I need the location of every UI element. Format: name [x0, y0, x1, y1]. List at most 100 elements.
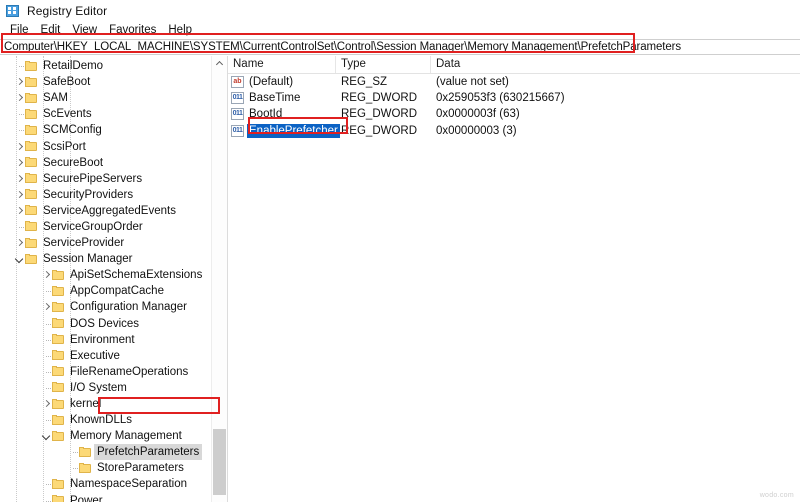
tree-item-servicegrouporder[interactable]: ServiceGroupOrder — [0, 219, 227, 235]
tree-item-scmconfig[interactable]: SCMConfig — [0, 122, 227, 138]
tree-leaf-line — [41, 493, 52, 502]
column-header-name[interactable]: Name — [228, 56, 336, 73]
tree-item-namespaceseparation[interactable]: NamespaceSeparation — [0, 476, 227, 492]
folder-icon — [52, 495, 65, 502]
menu-item-favorites[interactable]: Favorites — [103, 22, 162, 38]
chevron-up-icon[interactable] — [212, 56, 227, 71]
tree-item-label: FileRenameOperations — [70, 364, 188, 380]
tree-item-configuration-manager[interactable]: Configuration Manager — [0, 299, 227, 315]
tree-item-label: Session Manager — [43, 251, 133, 267]
tree-item-label: SAM — [43, 90, 68, 106]
value-row[interactable]: 011EnablePrefetcherREG_DWORD0x00000003 (… — [228, 123, 800, 139]
folder-icon — [25, 109, 38, 120]
tree-item-sam[interactable]: SAM — [0, 90, 227, 106]
chevron-right-icon[interactable] — [14, 203, 25, 219]
value-type-cell: REG_SZ — [336, 74, 431, 90]
tree-item-prefetchparameters[interactable]: PrefetchParameters — [0, 444, 227, 460]
tree-item-secureboot[interactable]: SecureBoot — [0, 155, 227, 171]
column-header-data[interactable]: Data — [431, 56, 800, 73]
tree-item-storeparameters[interactable]: StoreParameters — [0, 460, 227, 476]
tree-scrollbar-track[interactable] — [212, 71, 227, 502]
tree-scrollbar-thumb[interactable] — [213, 429, 226, 495]
tree-item-dos-devices[interactable]: DOS Devices — [0, 316, 227, 332]
address-bar[interactable]: Computer\HKEY_LOCAL_MACHINE\SYSTEM\Curre… — [0, 39, 800, 55]
address-bar-container: Computer\HKEY_LOCAL_MACHINE\SYSTEM\Curre… — [0, 38, 800, 56]
value-row[interactable]: 011BaseTimeREG_DWORD0x259053f3 (63021566… — [228, 90, 800, 106]
tree-item-knowndlls[interactable]: KnownDLLs — [0, 412, 227, 428]
value-data-cell: 0x0000003f (63) — [431, 106, 800, 122]
folder-icon — [79, 447, 92, 458]
tree-item-retaildemo[interactable]: RetailDemo — [0, 58, 227, 74]
folder-icon — [52, 286, 65, 297]
dword-value-icon: 011 — [231, 125, 244, 137]
chevron-right-icon[interactable] — [14, 155, 25, 171]
tree-scrollbar[interactable] — [211, 56, 227, 502]
value-type-cell: REG_DWORD — [336, 90, 431, 106]
menu-item-file[interactable]: File — [4, 22, 35, 38]
tree-item-serviceprovider[interactable]: ServiceProvider — [0, 235, 227, 251]
address-path-text: Computer\HKEY_LOCAL_MACHINE\SYSTEM\Curre… — [0, 41, 681, 53]
chevron-right-icon[interactable] — [41, 267, 52, 283]
column-header-type[interactable]: Type — [336, 56, 431, 73]
folder-icon — [52, 431, 65, 442]
watermark: wodo.com — [760, 492, 794, 499]
folder-icon — [25, 93, 38, 104]
tree-item-memory-management[interactable]: Memory Management — [0, 428, 227, 444]
tree-item-serviceaggregatedevents[interactable]: ServiceAggregatedEvents — [0, 203, 227, 219]
tree-item-label: Executive — [70, 348, 120, 364]
tree-item-apisetschemaextensions[interactable]: ApiSetSchemaExtensions — [0, 267, 227, 283]
chevron-right-icon[interactable] — [41, 299, 52, 315]
value-icon-glyph: 011 — [232, 126, 243, 136]
tree-item-label: StoreParameters — [97, 460, 184, 476]
chevron-right-icon[interactable] — [14, 187, 25, 203]
menu-item-help[interactable]: Help — [162, 22, 198, 38]
value-name-text: (Default) — [247, 75, 295, 89]
chevron-right-icon[interactable] — [14, 90, 25, 106]
value-data-cell: (value not set) — [431, 74, 800, 90]
tree-item-scsiport[interactable]: ScsiPort — [0, 138, 227, 154]
menu-item-edit[interactable]: Edit — [35, 22, 67, 38]
tree-item-session-manager[interactable]: Session Manager — [0, 251, 227, 267]
folder-icon — [25, 61, 38, 72]
tree-item-securityproviders[interactable]: SecurityProviders — [0, 187, 227, 203]
tree-item-environment[interactable]: Environment — [0, 332, 227, 348]
tree-item-filerenameoperations[interactable]: FileRenameOperations — [0, 364, 227, 380]
chevron-right-icon[interactable] — [14, 74, 25, 90]
folder-icon — [25, 157, 38, 168]
folder-icon — [52, 399, 65, 410]
chevron-right-icon[interactable] — [14, 171, 25, 187]
tree-item-label: SecurityProviders — [43, 187, 133, 203]
tree-item-securepipeservers[interactable]: SecurePipeServers — [0, 171, 227, 187]
tree-leaf-line — [41, 316, 52, 332]
tree-leaf-line — [68, 460, 79, 476]
tree-item-label: SecurePipeServers — [43, 171, 142, 187]
value-name-cell: 011EnablePrefetcher — [228, 124, 336, 138]
chevron-right-icon[interactable] — [14, 139, 25, 155]
title-bar: Registry Editor — [0, 0, 800, 22]
chevron-right-icon[interactable] — [41, 396, 52, 412]
menu-item-view[interactable]: View — [66, 22, 103, 38]
registry-values-list[interactable]: Name Type Data ab(Default)REG_SZ(value n… — [228, 56, 800, 502]
tree-item-label: ApiSetSchemaExtensions — [70, 267, 202, 283]
tree-leaf-line — [41, 332, 52, 348]
value-icon-glyph: 011 — [232, 93, 243, 103]
chevron-down-icon[interactable] — [41, 428, 52, 444]
tree-item-label: ServiceProvider — [43, 235, 124, 251]
tree-item-executive[interactable]: Executive — [0, 348, 227, 364]
registry-editor-window: Registry Editor FileEditViewFavoritesHel… — [0, 0, 800, 502]
tree-item-safeboot[interactable]: SafeBoot — [0, 74, 227, 90]
tree-item-scevents[interactable]: ScEvents — [0, 106, 227, 122]
tree-item-kernel[interactable]: kernel — [0, 396, 227, 412]
tree-item-i-o-system[interactable]: I/O System — [0, 380, 227, 396]
value-type-cell: REG_DWORD — [336, 106, 431, 122]
tree-leaf-line — [41, 364, 52, 380]
tree-leaf-line — [68, 444, 79, 460]
tree-item-power[interactable]: Power — [0, 493, 227, 502]
registry-key-tree[interactable]: RetailDemoSafeBootSAMScEventsSCMConfigSc… — [0, 56, 228, 502]
chevron-right-icon[interactable] — [14, 235, 25, 251]
value-row[interactable]: ab(Default)REG_SZ(value not set) — [228, 74, 800, 90]
chevron-down-icon[interactable] — [14, 251, 25, 267]
tree-item-appcompatcache[interactable]: AppCompatCache — [0, 283, 227, 299]
value-row[interactable]: 011BootIdREG_DWORD0x0000003f (63) — [228, 106, 800, 122]
tree-leaf-line — [14, 122, 25, 138]
